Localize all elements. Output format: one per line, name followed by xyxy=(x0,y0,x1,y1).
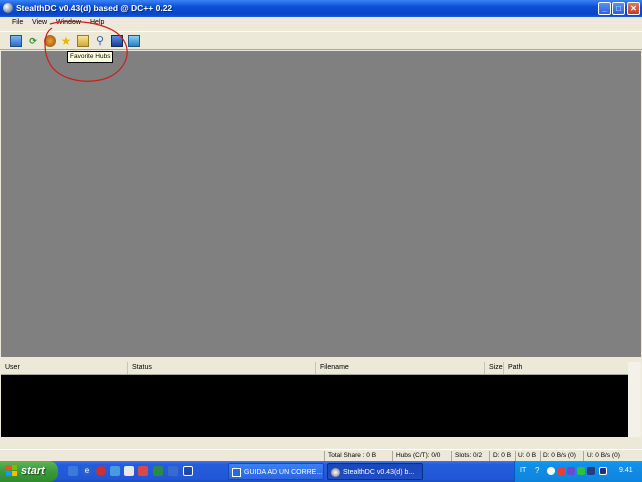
system-tray: IT ? 9.41 xyxy=(514,461,642,482)
follow-redirect-icon[interactable] xyxy=(44,35,56,47)
window-title: StealthDC v0.43(d) based @ DC++ 0.22 xyxy=(16,3,173,13)
help-icon[interactable]: ? xyxy=(535,466,539,475)
quicklaunch-doc-icon[interactable] xyxy=(124,466,134,476)
status-down-rate: D: 0 B/s (0) xyxy=(543,452,576,459)
status-separator xyxy=(451,451,452,461)
internet-explorer-icon[interactable]: e xyxy=(82,466,92,476)
status-up-rate: U: 0 B/s (0) xyxy=(587,452,620,459)
tray-antivirus-icon[interactable] xyxy=(577,467,585,475)
quicklaunch-explorer-icon[interactable] xyxy=(110,466,120,476)
quicklaunch-show-desktop-icon[interactable] xyxy=(183,466,193,476)
language-indicator[interactable]: IT xyxy=(520,467,526,474)
toolbar-tooltip: Favorite Hubs xyxy=(67,51,114,63)
column-path[interactable]: Path xyxy=(504,362,628,374)
status-separator xyxy=(540,451,541,461)
public-hubs-icon[interactable] xyxy=(10,35,22,47)
transfer-list[interactable] xyxy=(1,375,628,437)
tray-app-icon[interactable] xyxy=(587,467,595,475)
column-status[interactable]: Status xyxy=(128,362,316,374)
tray-shield-icon[interactable] xyxy=(599,467,607,475)
quicklaunch-outlook-icon[interactable] xyxy=(168,466,178,476)
menu-window[interactable]: Window xyxy=(56,19,81,26)
stealthdc-app-icon xyxy=(331,468,340,477)
status-hubs: Hubs (C/T): 0/0 xyxy=(396,452,441,459)
column-size[interactable]: Size xyxy=(485,362,504,374)
status-separator xyxy=(489,451,490,461)
tray-security-icon[interactable] xyxy=(557,467,565,475)
status-up: U: 0 B xyxy=(518,452,537,459)
start-label: start xyxy=(21,465,45,477)
search-spy-icon[interactable] xyxy=(111,35,123,47)
clock[interactable]: 9.41 xyxy=(619,467,633,474)
mdi-client-area[interactable] xyxy=(1,51,641,357)
start-button[interactable]: start xyxy=(0,461,58,482)
status-separator xyxy=(583,451,584,461)
taskbar: start e GUIDA AD UN CORRE... StealthDC v… xyxy=(0,461,642,482)
quicklaunch-word-icon[interactable] xyxy=(153,466,163,476)
menu-file[interactable]: File xyxy=(12,19,23,26)
windows-logo-icon xyxy=(6,465,17,476)
quicklaunch-desktop-icon[interactable] xyxy=(68,466,78,476)
app-icon[interactable] xyxy=(3,3,13,13)
maximize-button[interactable]: □ xyxy=(612,2,625,15)
taskbar-item-guida[interactable]: GUIDA AD UN CORRE... xyxy=(228,463,324,480)
tray-messenger-icon[interactable] xyxy=(567,467,575,475)
close-button[interactable]: ✕ xyxy=(627,2,640,15)
word-document-icon xyxy=(232,468,241,477)
reconnect-icon[interactable]: ⟳ xyxy=(27,35,39,47)
transfer-list-scrollbar[interactable] xyxy=(628,362,641,437)
title-bar[interactable]: StealthDC v0.43(d) based @ DC++ 0.22 _ □… xyxy=(0,0,642,17)
taskbar-item-stealthdc[interactable]: StealthDC v0.43(d) b... xyxy=(327,463,423,480)
status-separator xyxy=(392,451,393,461)
status-separator xyxy=(324,451,325,461)
quicklaunch-app-icon[interactable] xyxy=(138,466,148,476)
notepad-icon[interactable] xyxy=(128,35,140,47)
favorite-users-icon[interactable] xyxy=(77,35,89,47)
menu-bar: File View Window Help xyxy=(0,17,642,30)
transfer-list-header: User Status Filename Size Path xyxy=(1,362,641,375)
status-slots: Slots: 0/2 xyxy=(455,452,483,459)
taskbar-item-label: StealthDC v0.43(d) b... xyxy=(343,469,415,476)
minimize-button[interactable]: _ xyxy=(598,2,611,15)
status-separator xyxy=(515,451,516,461)
column-filename[interactable]: Filename xyxy=(316,362,485,374)
toolbar: ⟳ ★ ⚲ xyxy=(0,31,642,50)
status-down: D: 0 B xyxy=(493,452,512,459)
column-user[interactable]: User xyxy=(1,362,128,374)
quicklaunch-media-icon[interactable] xyxy=(96,466,106,476)
search-icon[interactable]: ⚲ xyxy=(94,35,106,47)
menu-view[interactable]: View xyxy=(32,19,47,26)
taskbar-item-label: GUIDA AD UN CORRE... xyxy=(244,469,323,476)
status-total-share: Total Share : 0 B xyxy=(328,452,377,459)
tray-network-icon[interactable] xyxy=(547,467,555,475)
favorite-hubs-icon[interactable]: ★ xyxy=(60,35,72,47)
menu-help[interactable]: Help xyxy=(90,19,104,26)
